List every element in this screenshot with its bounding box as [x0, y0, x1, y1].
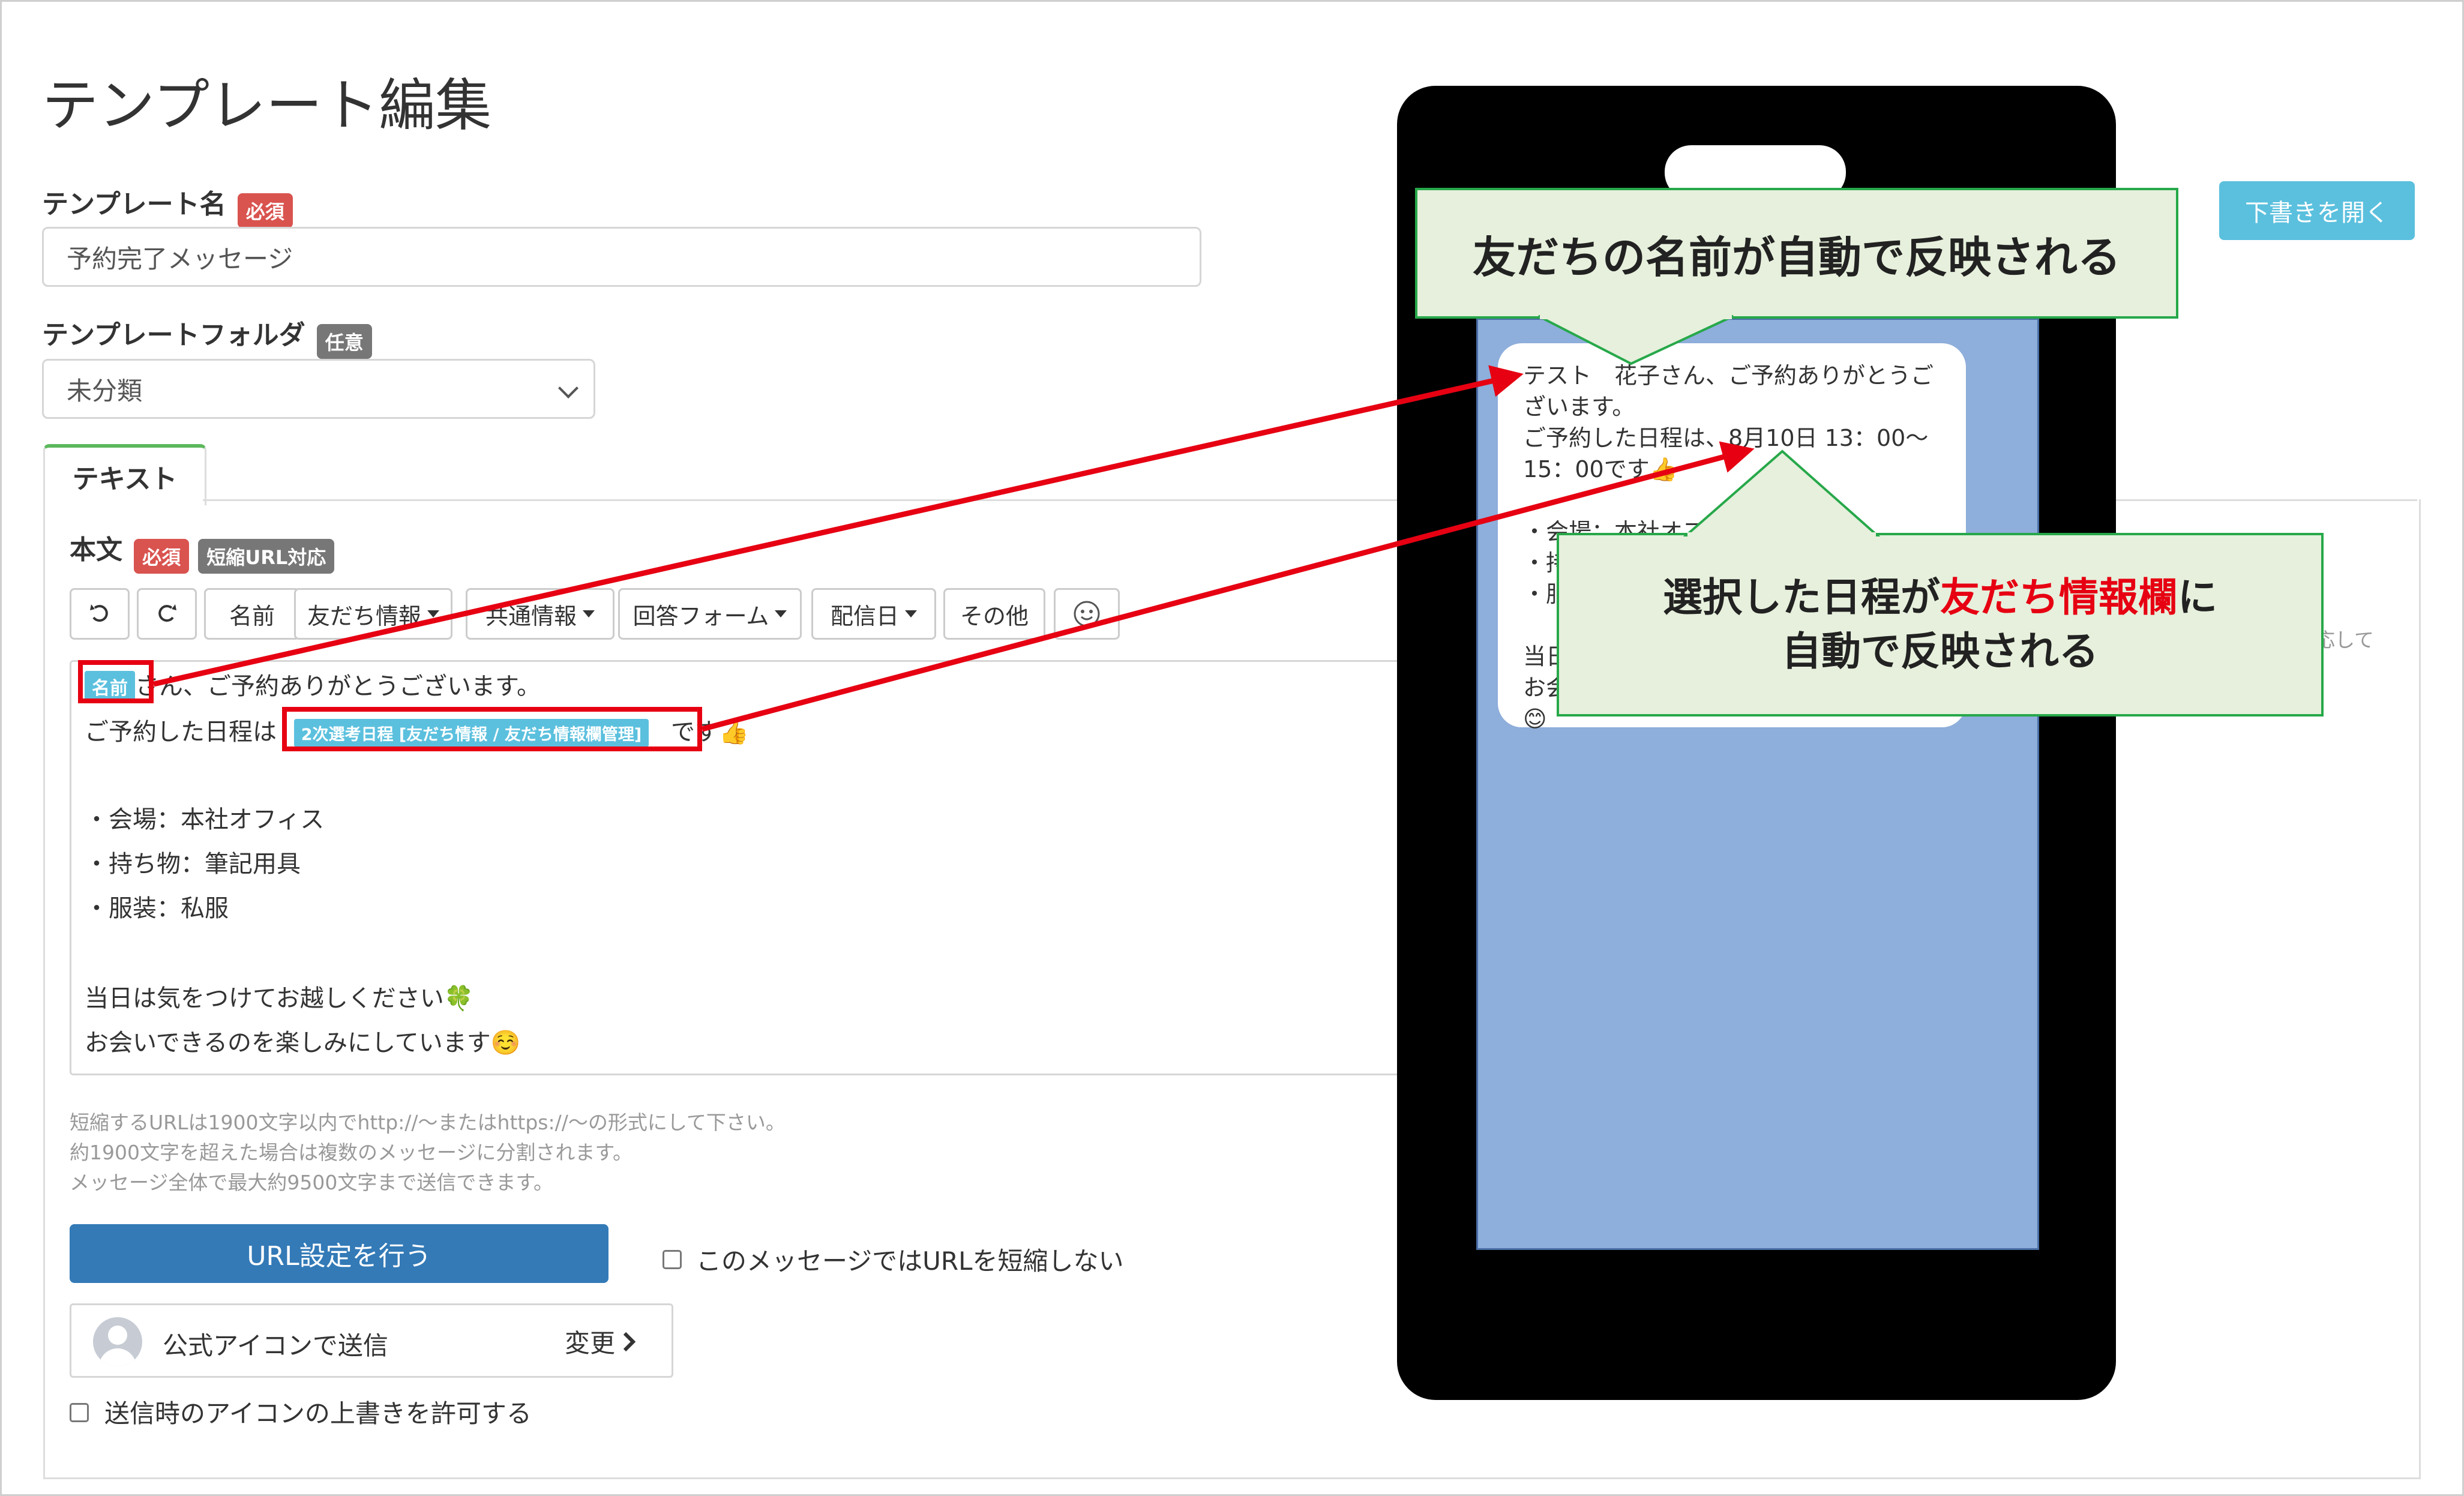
callout-name-pointer: [1538, 315, 1734, 365]
callout-schedule-pointer: [1683, 449, 1881, 536]
arrow-schedule-to-preview: [701, 441, 1755, 732]
arrow-name-to-preview: [153, 365, 1524, 687]
annotation-overlay: [153, 314, 1881, 732]
